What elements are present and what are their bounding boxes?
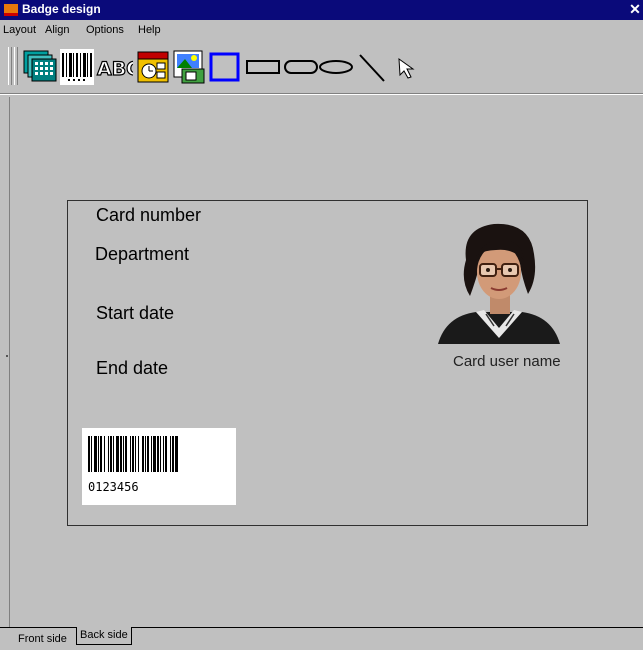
barcode-bar	[120, 436, 122, 472]
barcode-bar	[110, 436, 112, 472]
line-tool-icon[interactable]	[356, 49, 388, 85]
barcode-bar	[160, 436, 161, 472]
barcode-bar	[153, 436, 156, 472]
close-icon[interactable]: ✕	[629, 1, 641, 17]
barcode-bar	[157, 436, 159, 472]
start-date-field[interactable]: Start date	[96, 303, 174, 324]
barcode-bar	[172, 436, 174, 472]
toolbar-grip-secondary	[14, 47, 18, 85]
menu-bar: Layout Align Options Help	[0, 20, 643, 41]
barcode-bar	[132, 436, 134, 472]
end-date-field[interactable]: End date	[96, 358, 168, 379]
pointer-tool-icon[interactable]	[395, 49, 419, 85]
menu-align[interactable]: Align	[45, 24, 69, 37]
barcode-bar	[170, 436, 171, 472]
barcode-bar	[147, 436, 149, 472]
card-user-photo[interactable]	[436, 220, 562, 344]
text-tool-icon[interactable]: ABC	[95, 49, 133, 85]
department-field[interactable]: Department	[95, 244, 189, 265]
barcode-bar	[100, 436, 102, 472]
barcode-bar	[125, 436, 127, 472]
barcode-bar	[123, 436, 124, 472]
title-bar: Badge design ✕	[0, 0, 643, 20]
menu-options[interactable]: Options	[86, 24, 124, 37]
tab-front-side[interactable]: Front side	[18, 632, 67, 646]
barcode-bar	[98, 436, 99, 472]
barcode-bar	[94, 436, 97, 472]
toolbar: ABC	[0, 41, 643, 91]
barcode-bar	[145, 436, 146, 472]
barcode-bar	[113, 436, 114, 472]
rounded-box-tool-icon[interactable]	[283, 49, 319, 85]
barcode-tool-icon[interactable]	[60, 49, 94, 85]
card-number-field[interactable]: Card number	[96, 205, 201, 226]
barcode-bar	[165, 436, 167, 472]
ellipse-tool-icon[interactable]	[318, 49, 354, 85]
barcode-bar	[135, 436, 136, 472]
photo-tool-icon[interactable]	[172, 49, 208, 85]
barcode-bar	[91, 436, 92, 472]
barcode-bar	[88, 436, 90, 472]
barcode-bar	[104, 436, 105, 472]
barcode-bar	[163, 436, 164, 472]
barcode-bars	[88, 436, 178, 472]
barcode-bar	[142, 436, 144, 472]
barcode-bar	[138, 436, 139, 472]
badge-template-icon[interactable]	[22, 49, 58, 85]
toolbar-divider	[0, 93, 643, 95]
card-user-name-field[interactable]: Card user name	[453, 353, 561, 370]
window-title: Badge design	[22, 2, 101, 16]
canvas-ruler-mark	[6, 355, 8, 357]
menu-layout[interactable]: Layout	[3, 24, 36, 37]
toolbar-grip	[8, 47, 12, 85]
date-field-tool-icon[interactable]	[135, 49, 171, 85]
barcode-number: 0123456	[88, 480, 139, 494]
barcode-bar	[116, 436, 119, 472]
rectangle-tool-icon[interactable]	[209, 49, 241, 85]
barcode-bar	[175, 436, 178, 472]
text-tool-label: ABC	[97, 58, 133, 80]
barcode-bar	[108, 436, 109, 472]
menu-help[interactable]: Help	[138, 24, 161, 37]
tab-back-side[interactable]: Back side	[76, 627, 132, 645]
app-icon	[4, 4, 18, 16]
rounded-rectangle-tool-icon[interactable]	[245, 49, 281, 85]
barcode-element[interactable]: 0123456	[82, 428, 236, 505]
barcode-bar	[151, 436, 152, 472]
side-tabs: Front side Back side	[0, 627, 643, 650]
barcode-bar	[130, 436, 131, 472]
